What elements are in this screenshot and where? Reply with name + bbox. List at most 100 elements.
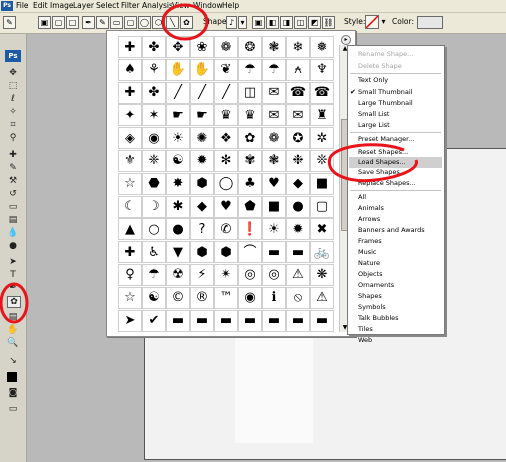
add-mode-icon[interactable]: ◧ bbox=[266, 16, 279, 29]
freeform-pen-icon[interactable]: ✎ bbox=[96, 16, 109, 29]
shape-thumbnail[interactable]: 🚲 bbox=[310, 241, 334, 264]
shape-thumbnail[interactable]: ◆ bbox=[190, 195, 214, 218]
menu-layer[interactable]: Layer bbox=[73, 1, 94, 11]
shape-thumbnail[interactable]: ✲ bbox=[310, 127, 334, 150]
shape-thumbnail[interactable]: ⬣ bbox=[142, 172, 166, 195]
link-icon[interactable]: ⛓ bbox=[322, 16, 335, 29]
shape-thumbnail[interactable]: ◆ bbox=[286, 172, 310, 195]
shape-thumbnail[interactable]: ☛ bbox=[166, 104, 190, 127]
shape-thumbnail[interactable]: ◈ bbox=[118, 127, 142, 150]
shape-thumbnail[interactable]: ☯ bbox=[142, 286, 166, 309]
shape-thumbnail[interactable]: ▬ bbox=[166, 309, 190, 332]
menu-window[interactable]: Window bbox=[193, 1, 223, 11]
flyout-item-banners-and-awards[interactable]: Banners and Awards bbox=[358, 225, 442, 236]
shape-thumbnail[interactable]: ✋ bbox=[166, 58, 190, 81]
shape-thumbnail[interactable]: ▬ bbox=[238, 309, 262, 332]
flyout-item-music[interactable]: Music bbox=[358, 247, 442, 258]
shape-thumbnail[interactable]: ❁ bbox=[262, 127, 286, 150]
shape-thumbnail[interactable]: ◎ bbox=[262, 263, 286, 286]
flyout-item-talk-bubbles[interactable]: Talk Bubbles bbox=[358, 313, 442, 324]
shape-thumbnail[interactable]: ✔ bbox=[142, 309, 166, 332]
shape-thumbnail[interactable]: ✿ bbox=[238, 127, 262, 150]
shape-thumbnail[interactable]: ♥ bbox=[262, 172, 286, 195]
hand-tool-icon[interactable]: ✋ bbox=[7, 325, 19, 335]
shape-thumbnail[interactable]: ✚ bbox=[118, 81, 142, 104]
shape-thumbnail[interactable]: ⍲ bbox=[286, 58, 310, 81]
subtract-mode-icon[interactable]: ◨ bbox=[280, 16, 293, 29]
shape-thumbnail[interactable]: ♛ bbox=[214, 104, 238, 127]
shape-thumbnail[interactable]: ◉ bbox=[238, 286, 262, 309]
shape-thumbnail[interactable]: ❄ bbox=[286, 36, 310, 58]
flyout-item-small-list[interactable]: Small List bbox=[358, 109, 442, 120]
selected-shape-swatch[interactable]: ♪ bbox=[226, 16, 237, 29]
color-swatch[interactable] bbox=[417, 16, 443, 29]
shape-thumbnail[interactable]: ❁ bbox=[214, 36, 238, 58]
shape-thumbnail[interactable]: ❋ bbox=[310, 263, 334, 286]
tool-preset-icon[interactable]: ✎ bbox=[3, 16, 16, 29]
shape-thumbnail[interactable]: ☛ bbox=[190, 104, 214, 127]
shape-thumbnail[interactable]: ☽ bbox=[142, 195, 166, 218]
shape-thumbnail[interactable]: ♥ bbox=[214, 195, 238, 218]
menu-analysis[interactable]: Analysis bbox=[142, 1, 173, 11]
shape-thumbnail[interactable]: ✚ bbox=[118, 36, 142, 58]
quick-mask-icon[interactable]: ◙ bbox=[7, 388, 19, 398]
shape-thumbnail[interactable]: ▬ bbox=[190, 309, 214, 332]
shape-thumbnail[interactable]: ▼ bbox=[166, 241, 190, 264]
shape-thumbnail[interactable]: ☯ bbox=[166, 149, 190, 172]
shape-thumbnail[interactable]: ■ bbox=[262, 195, 286, 218]
shape-thumbnail[interactable]: ☂ bbox=[142, 263, 166, 286]
type-tool-icon[interactable]: T bbox=[7, 270, 19, 280]
shape-thumbnail[interactable]: ☂ bbox=[262, 58, 286, 81]
shape-thumbnail[interactable]: ╱ bbox=[190, 81, 214, 104]
shape-thumbnail[interactable]: ⌒ bbox=[238, 241, 262, 264]
shape-thumbnail[interactable]: ✱ bbox=[166, 195, 190, 218]
shape-thumbnail[interactable]: ⚡ bbox=[190, 263, 214, 286]
menu-filter[interactable]: Filter bbox=[121, 1, 140, 11]
shape-thumbnail[interactable]: ? bbox=[190, 218, 214, 241]
magic-wand-tool-icon[interactable]: ✧ bbox=[7, 107, 19, 117]
screen-mode-icon[interactable]: ▭ bbox=[7, 404, 19, 414]
pen-icon[interactable]: ✒ bbox=[82, 16, 95, 29]
shape-thumbnail[interactable]: ▬ bbox=[262, 241, 286, 264]
shape-thumbnail[interactable]: ♜ bbox=[310, 104, 334, 127]
flyout-item-tiles[interactable]: Tiles bbox=[358, 324, 442, 335]
shape-thumbnail[interactable]: ● bbox=[166, 218, 190, 241]
ellipse-icon[interactable]: ◯ bbox=[138, 16, 151, 29]
flyout-item-preset-manager[interactable]: Preset Manager... bbox=[358, 134, 442, 145]
shape-thumbnail[interactable]: ✤ bbox=[142, 81, 166, 104]
shape-thumbnail[interactable]: ╱ bbox=[166, 81, 190, 104]
shape-thumbnail[interactable]: ✶ bbox=[142, 104, 166, 127]
shape-thumbnail[interactable]: ⦸ bbox=[286, 286, 310, 309]
zoom-tool-icon[interactable]: 🔍 bbox=[7, 338, 19, 348]
shape-thumbnail[interactable]: ☀ bbox=[166, 127, 190, 150]
flyout-item-arrows[interactable]: Arrows bbox=[358, 214, 442, 225]
shape-thumbnail[interactable]: ✋ bbox=[190, 58, 214, 81]
chevron-down-icon[interactable]: ▾ bbox=[238, 16, 247, 29]
custom-shape-icon[interactable]: ✿ bbox=[180, 16, 193, 29]
shape-thumbnail[interactable]: ⚜ bbox=[118, 149, 142, 172]
gradient-tool-icon[interactable]: ▤ bbox=[7, 215, 19, 225]
shape-thumbnail[interactable]: ⚘ bbox=[142, 58, 166, 81]
shape-thumbnail[interactable]: ✾ bbox=[238, 149, 262, 172]
shape-thumbnail[interactable]: ● bbox=[286, 195, 310, 218]
menu-view[interactable]: View bbox=[172, 1, 190, 11]
notes-tool-icon[interactable]: ▤ bbox=[7, 312, 19, 322]
shape-thumbnail[interactable]: ⬢ bbox=[214, 241, 238, 264]
flyout-item-small-thumbnail[interactable]: Small Thumbnail bbox=[358, 87, 442, 98]
move-tool-icon[interactable]: ✥ bbox=[7, 68, 19, 78]
shape-thumbnail[interactable]: ℹ bbox=[262, 286, 286, 309]
healing-tool-icon[interactable]: ✚ bbox=[7, 150, 19, 160]
shape-thumbnail[interactable]: ▢ bbox=[310, 195, 334, 218]
new-layer-mode-icon[interactable]: ▣ bbox=[252, 16, 265, 29]
shape-thumbnail[interactable]: ❗ bbox=[238, 218, 262, 241]
rounded-rectangle-icon[interactable]: ▢ bbox=[124, 16, 137, 29]
shape-thumbnail[interactable]: ✤ bbox=[142, 36, 166, 58]
shape-thumbnail[interactable]: ➤ bbox=[118, 309, 142, 332]
menu-help[interactable]: Help bbox=[222, 1, 239, 11]
custom-shape-tool-icon[interactable]: ✿ bbox=[7, 296, 21, 308]
foreground-color-icon[interactable] bbox=[7, 372, 17, 382]
shape-thumbnail[interactable]: ☀ bbox=[262, 218, 286, 241]
polygon-icon[interactable]: ⬡ bbox=[152, 16, 165, 29]
shape-thumbnail[interactable]: ⬟ bbox=[238, 195, 262, 218]
stamp-tool-icon[interactable]: ⚒ bbox=[7, 176, 19, 186]
